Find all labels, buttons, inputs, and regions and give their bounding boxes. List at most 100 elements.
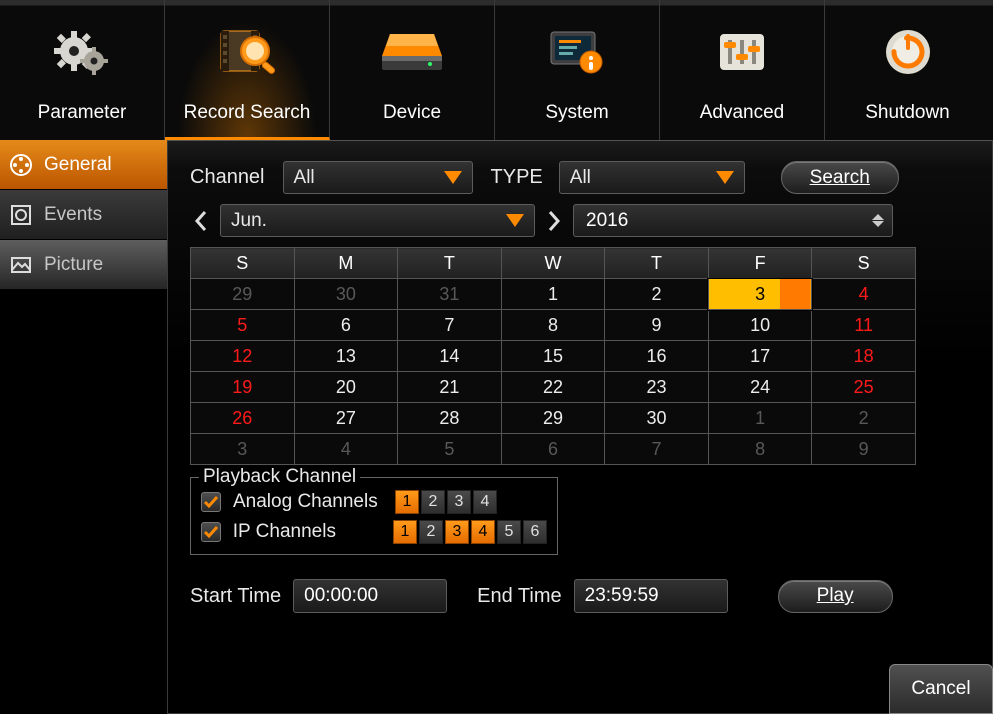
calendar: SMTWTFS 29303112345678910111213141516171… — [190, 247, 916, 465]
tab-device[interactable]: Device — [330, 0, 495, 140]
sliders-icon — [714, 24, 770, 80]
calendar-day[interactable]: 29 — [191, 279, 295, 310]
calendar-day[interactable]: 18 — [812, 341, 916, 372]
calendar-day[interactable]: 25 — [812, 372, 916, 403]
start-time-input[interactable]: 00:00:00 — [293, 579, 447, 613]
tab-record-search[interactable]: Record Search — [165, 0, 330, 140]
calendar-day[interactable]: 27 — [294, 403, 398, 434]
time-row: Start Time 00:00:00 End Time 23:59:59 Pl… — [190, 579, 972, 613]
tab-system[interactable]: System — [495, 0, 660, 140]
channel-number[interactable]: 1 — [393, 520, 417, 544]
tab-device-label: Device — [383, 102, 441, 124]
picture-icon — [8, 252, 34, 278]
ip-channels-row: IP Channels 123456 — [201, 520, 547, 544]
tab-advanced[interactable]: Advanced — [660, 0, 825, 140]
calendar-day[interactable]: 26 — [191, 403, 295, 434]
calendar-day[interactable]: 4 — [812, 279, 916, 310]
prev-month-button[interactable] — [190, 206, 212, 236]
calendar-day[interactable]: 19 — [191, 372, 295, 403]
calendar-day[interactable]: 8 — [708, 434, 812, 465]
calendar-day[interactable]: 1 — [501, 279, 605, 310]
play-button-label: Play — [817, 585, 854, 607]
sidebar-item-general[interactable]: General — [0, 140, 167, 190]
sidebar-item-events[interactable]: Events — [0, 190, 167, 240]
channel-number[interactable]: 4 — [473, 490, 497, 514]
calendar-day[interactable]: 21 — [398, 372, 502, 403]
analog-channels-row: Analog Channels 1234 — [201, 490, 547, 514]
search-button[interactable]: Search — [781, 161, 899, 194]
calendar-day[interactable]: 16 — [605, 341, 709, 372]
calendar-day[interactable]: 9 — [812, 434, 916, 465]
calendar-day[interactable]: 14 — [398, 341, 502, 372]
calendar-day[interactable]: 23 — [605, 372, 709, 403]
frame-icon — [8, 202, 34, 228]
main-panel: Channel All TYPE All Search Jun. — [167, 140, 993, 714]
year-spinner[interactable]: 2016 — [573, 204, 893, 237]
channel-label: Channel — [190, 166, 265, 189]
channel-number[interactable]: 1 — [395, 490, 419, 514]
calendar-day[interactable]: 5 — [398, 434, 502, 465]
calendar-day[interactable]: 11 — [812, 310, 916, 341]
sidebar: General Events Picture — [0, 140, 167, 714]
calendar-day[interactable]: 28 — [398, 403, 502, 434]
calendar-day[interactable]: 12 — [191, 341, 295, 372]
calendar-day[interactable]: 20 — [294, 372, 398, 403]
tab-parameter[interactable]: Parameter — [0, 0, 165, 140]
calendar-day[interactable]: 9 — [605, 310, 709, 341]
calendar-day[interactable]: 31 — [398, 279, 502, 310]
calendar-dow: W — [501, 248, 605, 279]
calendar-day[interactable]: 7 — [605, 434, 709, 465]
calendar-day[interactable]: 22 — [501, 372, 605, 403]
start-time-label: Start Time — [190, 585, 281, 608]
channel-select[interactable]: All — [283, 161, 473, 194]
cancel-button[interactable]: Cancel — [889, 664, 993, 714]
calendar-day[interactable]: 13 — [294, 341, 398, 372]
dropdown-arrow-icon — [444, 171, 462, 184]
calendar-day[interactable]: 10 — [708, 310, 812, 341]
monitor-info-icon — [545, 24, 609, 80]
calendar-day[interactable]: 4 — [294, 434, 398, 465]
month-select[interactable]: Jun. — [220, 204, 535, 237]
analog-checkbox[interactable] — [201, 492, 221, 512]
end-time-input[interactable]: 23:59:59 — [574, 579, 728, 613]
channel-number[interactable]: 2 — [419, 520, 443, 544]
tab-record-search-label: Record Search — [184, 102, 311, 124]
calendar-day[interactable]: 15 — [501, 341, 605, 372]
channel-number[interactable]: 6 — [523, 520, 547, 544]
calendar-day[interactable]: 3 — [708, 279, 812, 310]
calendar-day[interactable]: 3 — [191, 434, 295, 465]
calendar-day[interactable]: 29 — [501, 403, 605, 434]
tab-shutdown[interactable]: Shutdown — [825, 0, 990, 140]
calendar-day[interactable]: 24 — [708, 372, 812, 403]
top-nav: Parameter Record Search — [0, 0, 993, 140]
channel-number[interactable]: 3 — [445, 520, 469, 544]
calendar-day[interactable]: 1 — [708, 403, 812, 434]
calendar-day[interactable]: 5 — [191, 310, 295, 341]
ip-checkbox[interactable] — [201, 522, 221, 542]
channel-select-value: All — [294, 167, 315, 189]
calendar-day[interactable]: 2 — [812, 403, 916, 434]
type-select[interactable]: All — [559, 161, 745, 194]
channel-number[interactable]: 3 — [447, 490, 471, 514]
calendar-day[interactable]: 6 — [501, 434, 605, 465]
calendar-day[interactable]: 6 — [294, 310, 398, 341]
channel-number[interactable]: 5 — [497, 520, 521, 544]
year-value: 2016 — [586, 210, 628, 232]
calendar-dow: S — [191, 248, 295, 279]
channel-number[interactable]: 4 — [471, 520, 495, 544]
calendar-dow: T — [398, 248, 502, 279]
month-select-value: Jun. — [231, 210, 267, 232]
tab-shutdown-label: Shutdown — [865, 102, 950, 124]
calendar-day[interactable]: 8 — [501, 310, 605, 341]
tab-parameter-label: Parameter — [38, 102, 127, 124]
calendar-day[interactable]: 2 — [605, 279, 709, 310]
calendar-day[interactable]: 30 — [294, 279, 398, 310]
calendar-dow: M — [294, 248, 398, 279]
calendar-day[interactable]: 30 — [605, 403, 709, 434]
calendar-day[interactable]: 17 — [708, 341, 812, 372]
sidebar-item-picture[interactable]: Picture — [0, 240, 167, 290]
channel-number[interactable]: 2 — [421, 490, 445, 514]
calendar-day[interactable]: 7 — [398, 310, 502, 341]
next-month-button[interactable] — [543, 206, 565, 236]
play-button[interactable]: Play — [778, 580, 893, 613]
